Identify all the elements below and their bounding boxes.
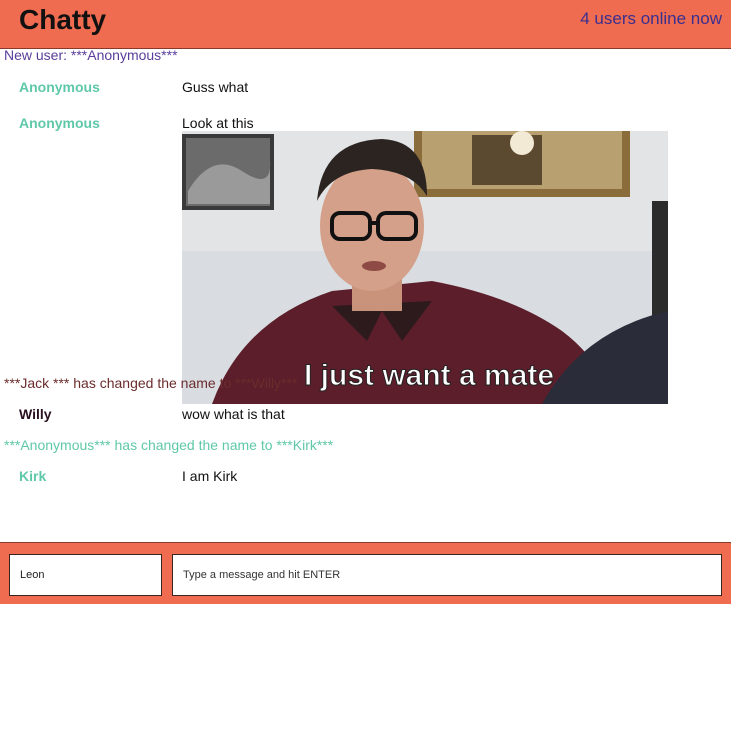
- message-content: Guss what: [182, 79, 249, 95]
- message-username: Anonymous: [19, 115, 100, 131]
- system-notification: ***Anonymous*** has changed the name to …: [4, 437, 334, 453]
- gif-still-image: I just want a mate: [182, 131, 668, 404]
- username-input[interactable]: [9, 554, 162, 596]
- app-title[interactable]: Chatty: [19, 4, 106, 36]
- message-content: wow what is that: [182, 406, 285, 422]
- users-online-count: 4 users online now: [580, 9, 722, 28]
- message-content: I am Kirk: [182, 468, 238, 484]
- message-username: Willy: [19, 406, 52, 422]
- system-notification: ***Jack *** has changed the name to ***W…: [4, 375, 298, 391]
- navbar: Chatty 4 users online now: [0, 0, 731, 49]
- gif-caption: I just want a mate: [304, 359, 554, 392]
- message-input[interactable]: [172, 554, 722, 596]
- system-notification: New user: ***Anonymous***: [4, 47, 178, 63]
- message-username: Kirk: [19, 468, 47, 484]
- message-image: I just want a mate: [182, 131, 668, 404]
- chat-composer: [0, 542, 731, 604]
- message-username: Anonymous: [19, 79, 100, 95]
- message-content: Look at this: [182, 115, 254, 131]
